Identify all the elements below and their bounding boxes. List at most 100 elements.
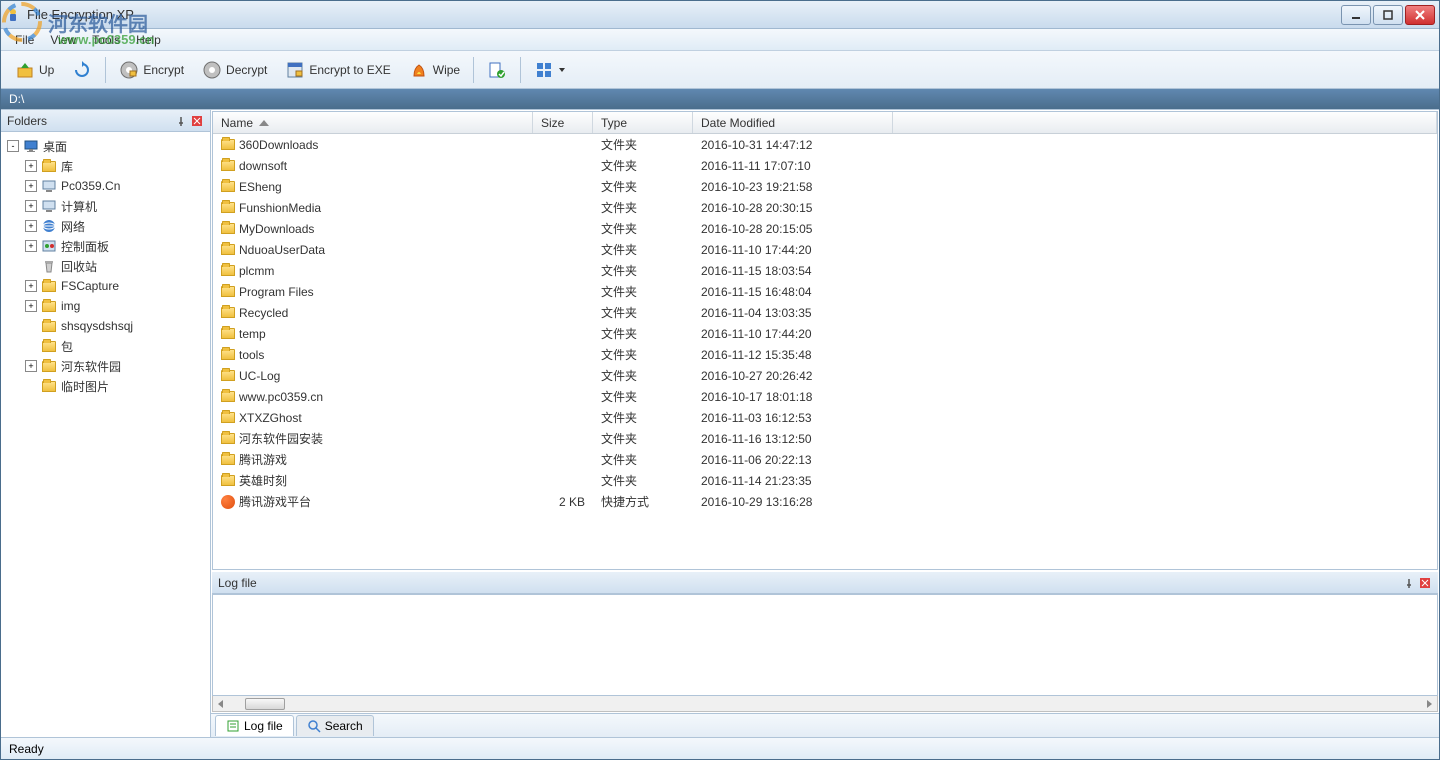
- panel-close-icon[interactable]: [190, 114, 204, 128]
- tree-toggle-icon[interactable]: +: [25, 300, 37, 312]
- file-row[interactable]: MyDownloads文件夹2016-10-28 20:15:05: [213, 218, 1437, 239]
- tree-toggle-icon[interactable]: +: [25, 240, 37, 252]
- tree-node[interactable]: - 桌面: [1, 136, 210, 156]
- file-row[interactable]: Recycled文件夹2016-11-04 13:03:35: [213, 302, 1437, 323]
- log-body[interactable]: [212, 594, 1438, 696]
- file-row[interactable]: XTXZGhost文件夹2016-11-03 16:12:53: [213, 407, 1437, 428]
- tree-toggle-icon[interactable]: +: [25, 220, 37, 232]
- file-row[interactable]: 河东软件园安装文件夹2016-11-16 13:12:50: [213, 428, 1437, 449]
- up-button[interactable]: Up: [7, 56, 62, 84]
- cell-type: 文件夹: [593, 386, 693, 407]
- menu-tools[interactable]: Tools: [84, 31, 128, 49]
- app-icon: [5, 7, 21, 23]
- cell-type: 文件夹: [593, 344, 693, 365]
- tree-label: 河东软件园: [61, 358, 121, 375]
- tree-node[interactable]: +Pc0359.Cn: [1, 176, 210, 196]
- menu-view[interactable]: View: [42, 31, 84, 49]
- pin-icon[interactable]: [174, 114, 188, 128]
- encrypt-button[interactable]: Encrypt: [111, 56, 192, 84]
- tree-node[interactable]: + 河东软件园: [1, 356, 210, 376]
- tree-node[interactable]: 临时图片: [1, 376, 210, 396]
- tree-label: img: [61, 299, 80, 313]
- tree-toggle-icon[interactable]: +: [25, 280, 37, 292]
- encrypt-exe-button[interactable]: Encrypt to EXE: [277, 56, 398, 84]
- maximize-button[interactable]: [1373, 5, 1403, 25]
- file-row[interactable]: www.pc0359.cn文件夹2016-10-17 18:01:18: [213, 386, 1437, 407]
- cell-date: 2016-11-10 17:44:20: [693, 241, 893, 259]
- wipe-label: Wipe: [433, 63, 460, 77]
- tree-node[interactable]: +计算机: [1, 196, 210, 216]
- cell-date: 2016-11-12 15:35:48: [693, 346, 893, 364]
- file-row[interactable]: 腾讯游戏文件夹2016-11-06 20:22:13: [213, 449, 1437, 470]
- file-row[interactable]: UC-Log文件夹2016-10-27 20:26:42: [213, 365, 1437, 386]
- tree-node[interactable]: + img: [1, 296, 210, 316]
- file-row[interactable]: plcmm文件夹2016-11-15 18:03:54: [213, 260, 1437, 281]
- file-row[interactable]: 腾讯游戏平台2 KB快捷方式2016-10-29 13:16:28: [213, 491, 1437, 512]
- cell-size: [533, 185, 593, 189]
- view-mode-button[interactable]: [526, 56, 574, 84]
- file-list[interactable]: Name Size Type Date Modified 360Download…: [212, 111, 1438, 570]
- tree-node[interactable]: 包: [1, 336, 210, 356]
- tab-search-label: Search: [325, 719, 363, 733]
- statusbar: Ready: [1, 737, 1439, 759]
- tree-node[interactable]: 回收站: [1, 256, 210, 276]
- folder-icon: [221, 244, 235, 255]
- file-row[interactable]: 英雄时刻文件夹2016-11-14 21:23:35: [213, 470, 1437, 491]
- folder-icon: [221, 391, 235, 402]
- cell-name: tools: [213, 346, 533, 364]
- cell-date: 2016-10-29 13:16:28: [693, 493, 893, 511]
- tree-toggle-icon[interactable]: +: [25, 180, 37, 192]
- disc-lock-icon: [119, 60, 139, 80]
- file-row[interactable]: Program Files文件夹2016-11-15 16:48:04: [213, 281, 1437, 302]
- properties-button[interactable]: [479, 56, 515, 84]
- file-row[interactable]: downsoft文件夹2016-11-11 17:07:10: [213, 155, 1437, 176]
- cell-size: [533, 479, 593, 483]
- tree-toggle-icon[interactable]: -: [7, 140, 19, 152]
- tree-toggle-icon[interactable]: +: [25, 160, 37, 172]
- tree-toggle-icon[interactable]: +: [25, 200, 37, 212]
- scrollbar-thumb[interactable]: [245, 698, 285, 710]
- column-name[interactable]: Name: [213, 112, 533, 133]
- cell-size: [533, 227, 593, 231]
- tree-toggle-icon[interactable]: +: [25, 360, 37, 372]
- wipe-button[interactable]: Wipe: [401, 56, 468, 84]
- tab-logfile[interactable]: Log file: [215, 715, 294, 736]
- file-row[interactable]: tools 文件夹2016-11-12 15:35:48: [213, 344, 1437, 365]
- cell-date: 2016-11-15 18:03:54: [693, 262, 893, 280]
- tab-search[interactable]: Search: [296, 715, 374, 736]
- file-row[interactable]: NduoaUserData文件夹2016-11-10 17:44:20: [213, 239, 1437, 260]
- file-row[interactable]: FunshionMedia文件夹2016-10-28 20:30:15: [213, 197, 1437, 218]
- close-button[interactable]: [1405, 5, 1435, 25]
- pin-icon[interactable]: [1402, 576, 1416, 590]
- file-row[interactable]: 360Downloads文件夹2016-10-31 14:47:12: [213, 134, 1437, 155]
- log-scrollbar[interactable]: [212, 696, 1438, 712]
- cell-size: [533, 311, 593, 315]
- cell-size: [533, 374, 593, 378]
- tree-label: 桌面: [43, 138, 67, 155]
- decrypt-button[interactable]: Decrypt: [194, 56, 275, 84]
- column-type[interactable]: Type: [593, 112, 693, 133]
- tree-node[interactable]: +FSCapture: [1, 276, 210, 296]
- tree-node[interactable]: +控制面板: [1, 236, 210, 256]
- file-row[interactable]: temp文件夹2016-11-10 17:44:20: [213, 323, 1437, 344]
- main-area: Folders -桌面+库+Pc0359.Cn+计算机+网络+控制面板回收站+F…: [1, 109, 1439, 737]
- cell-date: 2016-10-27 20:26:42: [693, 367, 893, 385]
- tree-node[interactable]: shsqysdshsqj: [1, 316, 210, 336]
- column-date[interactable]: Date Modified: [693, 112, 893, 133]
- column-size[interactable]: Size: [533, 112, 593, 133]
- cell-type: 文件夹: [593, 197, 693, 218]
- tree-node[interactable]: +库: [1, 156, 210, 176]
- toolbar-separator: [105, 57, 106, 83]
- file-row[interactable]: ESheng文件夹2016-10-23 19:21:58: [213, 176, 1437, 197]
- cell-size: [533, 353, 593, 357]
- menubar: File View Tools Help: [1, 29, 1439, 51]
- folder-tree[interactable]: - 桌面+库+Pc0359.Cn+计算机+网络+控制面板回收站+FSCapture…: [1, 132, 210, 737]
- panel-close-icon[interactable]: [1418, 576, 1432, 590]
- menu-help[interactable]: Help: [128, 31, 169, 49]
- refresh-button[interactable]: [64, 56, 100, 84]
- folder-icon: [41, 358, 57, 374]
- menu-file[interactable]: File: [7, 31, 42, 49]
- bottom-tabs: Log file Search: [211, 713, 1439, 737]
- tree-node[interactable]: +网络: [1, 216, 210, 236]
- minimize-button[interactable]: [1341, 5, 1371, 25]
